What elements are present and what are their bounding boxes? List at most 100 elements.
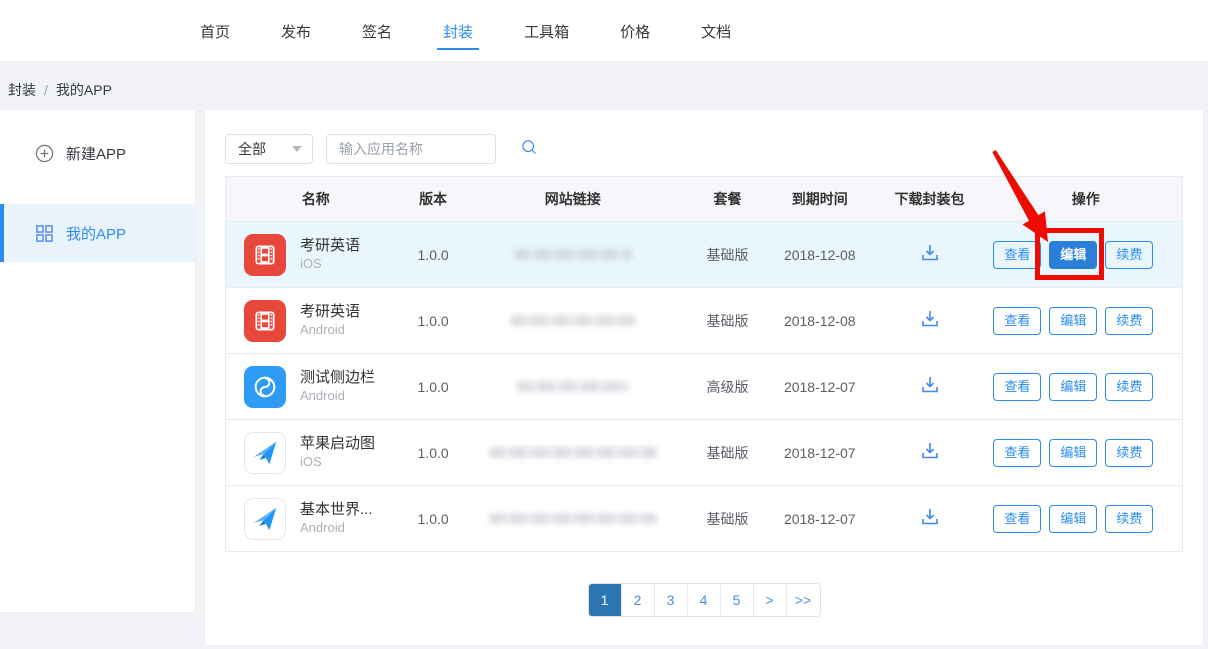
plus-circle-icon bbox=[34, 143, 54, 163]
masked-url bbox=[514, 249, 632, 260]
app-version: 1.0.0 bbox=[406, 247, 461, 263]
edit-button[interactable]: 编辑 bbox=[1049, 241, 1097, 269]
main-nav: 首页 发布 签名 封装 工具箱 价格 文档 bbox=[198, 0, 733, 62]
breadcrumb-root[interactable]: 封装 bbox=[8, 82, 36, 98]
nav-price[interactable]: 价格 bbox=[618, 1, 652, 62]
nav-docs[interactable]: 文档 bbox=[699, 1, 733, 62]
last-page-icon[interactable]: >> bbox=[787, 584, 820, 616]
page-1[interactable]: 1 bbox=[589, 584, 622, 616]
table-row: 苹果启动图 iOS 1.0.0 基础版 2018-12-07 查看 编辑 续费 bbox=[226, 419, 1182, 485]
page-4[interactable]: 4 bbox=[688, 584, 721, 616]
renew-button[interactable]: 续费 bbox=[1105, 373, 1153, 401]
renew-button[interactable]: 续费 bbox=[1105, 241, 1153, 269]
header-plan: 套餐 bbox=[685, 189, 770, 209]
edit-button[interactable]: 编辑 bbox=[1049, 505, 1097, 533]
app-platform: Android bbox=[300, 388, 375, 404]
sidebar-item-label: 我的APP bbox=[66, 223, 126, 244]
sidebar-item-my-app[interactable]: 我的APP bbox=[0, 204, 195, 262]
table-row: 考研英语 Android 1.0.0 基础版 2018-12-08 查看 编辑 … bbox=[226, 287, 1182, 353]
breadcrumb-current: 我的APP bbox=[56, 82, 112, 98]
app-expiry: 2018-12-07 bbox=[770, 511, 870, 527]
view-button[interactable]: 查看 bbox=[993, 439, 1041, 467]
app-plan: 基础版 bbox=[685, 245, 770, 265]
edit-button[interactable]: 编辑 bbox=[1049, 439, 1097, 467]
app-version: 1.0.0 bbox=[406, 511, 461, 527]
pagination: 1 2 3 4 5 > >> bbox=[205, 583, 1203, 617]
app-expiry: 2018-12-07 bbox=[770, 379, 870, 395]
app-version: 1.0.0 bbox=[406, 445, 461, 461]
page-2[interactable]: 2 bbox=[622, 584, 655, 616]
renew-button[interactable]: 续费 bbox=[1105, 439, 1153, 467]
top-bar: 首页 发布 签名 封装 工具箱 价格 文档 bbox=[0, 0, 1208, 62]
search-input[interactable] bbox=[339, 141, 520, 157]
header-name: 名称 bbox=[226, 189, 406, 209]
bird-icon bbox=[244, 432, 286, 474]
view-button[interactable]: 查看 bbox=[993, 373, 1041, 401]
app-name: 考研英语 bbox=[300, 303, 360, 322]
page-5[interactable]: 5 bbox=[721, 584, 754, 616]
view-button[interactable]: 查看 bbox=[993, 307, 1041, 335]
filter-dropdown[interactable]: 全部 bbox=[225, 134, 313, 164]
header-url: 网站链接 bbox=[461, 189, 686, 209]
header-version: 版本 bbox=[406, 189, 461, 209]
grid-icon bbox=[34, 223, 54, 243]
renew-button[interactable]: 续费 bbox=[1105, 307, 1153, 335]
download-icon[interactable] bbox=[918, 505, 942, 532]
app-name: 测试侧边栏 bbox=[300, 369, 375, 388]
table-row: 基本世界... Android 1.0.0 基础版 2018-12-07 查看 … bbox=[226, 485, 1182, 551]
edit-button[interactable]: 编辑 bbox=[1049, 307, 1097, 335]
header-download: 下载封装包 bbox=[870, 189, 990, 209]
table-row: 测试侧边栏 Android 1.0.0 高级版 2018-12-07 查看 编辑… bbox=[226, 353, 1182, 419]
edit-button[interactable]: 编辑 bbox=[1049, 373, 1097, 401]
app-platform: iOS bbox=[300, 454, 375, 470]
app-plan: 基础版 bbox=[685, 311, 770, 331]
view-button[interactable]: 查看 bbox=[993, 241, 1041, 269]
app-platform: iOS bbox=[300, 256, 360, 272]
app-table: 名称 版本 网站链接 套餐 到期时间 下载封装包 操作 考研英语 iOS 1.0… bbox=[225, 176, 1183, 552]
app-name: 苹果启动图 bbox=[300, 435, 375, 454]
masked-url bbox=[517, 381, 629, 392]
app-name: 考研英语 bbox=[300, 237, 360, 256]
sidebar: 新建APP 我的APP bbox=[0, 110, 195, 612]
download-icon[interactable] bbox=[918, 307, 942, 334]
app-platform: Android bbox=[300, 520, 373, 536]
masked-url bbox=[489, 513, 657, 524]
chevron-down-icon bbox=[292, 146, 302, 152]
app-expiry: 2018-12-07 bbox=[770, 445, 870, 461]
nav-home[interactable]: 首页 bbox=[198, 1, 232, 62]
app-expiry: 2018-12-08 bbox=[770, 247, 870, 263]
film-icon bbox=[244, 234, 286, 276]
search-icon[interactable] bbox=[520, 138, 538, 161]
app-version: 1.0.0 bbox=[406, 313, 461, 329]
app-plan: 高级版 bbox=[685, 377, 770, 397]
nav-toolbox[interactable]: 工具箱 bbox=[522, 1, 571, 62]
download-icon[interactable] bbox=[918, 241, 942, 268]
main-panel: 全部 名称 版本 网站链接 套餐 到期时间 下载封装包 操作 bbox=[205, 110, 1203, 645]
table-header-row: 名称 版本 网站链接 套餐 到期时间 下载封装包 操作 bbox=[226, 177, 1182, 221]
breadcrumb: 封装 / 我的APP bbox=[8, 80, 112, 100]
next-page-icon[interactable]: > bbox=[754, 584, 787, 616]
sidebar-item-new-app[interactable]: 新建APP bbox=[0, 124, 195, 182]
bird-icon bbox=[244, 498, 286, 540]
breadcrumb-separator: / bbox=[44, 82, 48, 98]
download-icon[interactable] bbox=[918, 373, 942, 400]
download-icon[interactable] bbox=[918, 439, 942, 466]
toolbar: 全部 bbox=[225, 134, 496, 164]
app-plan: 基础版 bbox=[685, 443, 770, 463]
app-version: 1.0.0 bbox=[406, 379, 461, 395]
table-row: 考研英语 iOS 1.0.0 基础版 2018-12-08 查看 编辑 续费 bbox=[226, 221, 1182, 287]
search-box bbox=[326, 134, 496, 164]
masked-url bbox=[510, 315, 636, 326]
renew-button[interactable]: 续费 bbox=[1105, 505, 1153, 533]
page-3[interactable]: 3 bbox=[655, 584, 688, 616]
app-plan: 基础版 bbox=[685, 509, 770, 529]
nav-publish[interactable]: 发布 bbox=[279, 1, 313, 62]
masked-url bbox=[489, 447, 657, 458]
view-button[interactable]: 查看 bbox=[993, 505, 1041, 533]
nav-package[interactable]: 封装 bbox=[441, 1, 475, 62]
film-icon bbox=[244, 300, 286, 342]
nav-sign[interactable]: 签名 bbox=[360, 1, 394, 62]
header-actions: 操作 bbox=[989, 189, 1182, 209]
filter-dropdown-value: 全部 bbox=[238, 139, 266, 159]
app-platform: Android bbox=[300, 322, 360, 338]
